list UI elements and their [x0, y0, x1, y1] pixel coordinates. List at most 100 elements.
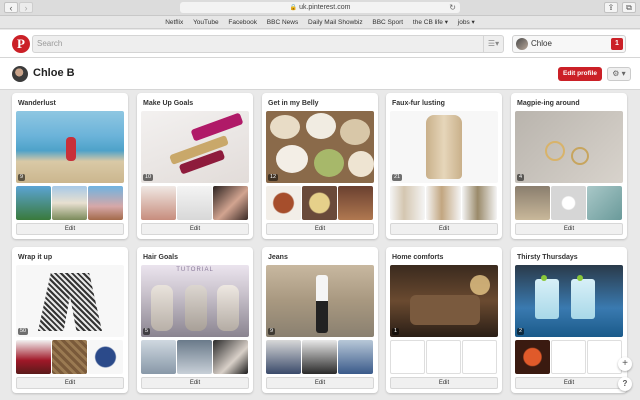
board-thumbnail[interactable]: [213, 186, 248, 220]
board-cover[interactable]: 10: [141, 111, 249, 183]
pin-count: 9: [268, 328, 276, 335]
board-cover[interactable]: TUTORIAL 5: [141, 265, 249, 337]
board-thumbnail[interactable]: [16, 340, 51, 374]
favorite-daily-mail[interactable]: Daily Mail Showbiz: [308, 19, 363, 26]
profile-avatar[interactable]: [12, 66, 28, 82]
url-text: uk.pinterest.com: [299, 4, 351, 11]
add-pin-button[interactable]: +: [618, 357, 632, 371]
edit-board-button[interactable]: Edit: [390, 377, 498, 389]
share-button[interactable]: ⇪: [604, 2, 618, 13]
board-thumbnail[interactable]: [177, 340, 212, 374]
board-cover[interactable]: 12: [266, 111, 374, 183]
forward-button[interactable]: ›: [19, 2, 33, 13]
board-thumbnail[interactable]: [390, 186, 425, 220]
board-card[interactable]: Make Up Goals 10 Edit: [137, 93, 253, 239]
board-thumbnail[interactable]: [462, 186, 497, 220]
board-thumbnail[interactable]: [515, 186, 550, 220]
board-thumbnail[interactable]: [266, 340, 301, 374]
pin-count: 4: [517, 174, 525, 181]
tabs-button[interactable]: ⧉: [622, 2, 636, 13]
board-card[interactable]: Thirsty Thursdays 2 Edit: [511, 247, 627, 393]
board-card[interactable]: Get in my Belly 12 Edit: [262, 93, 378, 239]
board-card[interactable]: Wanderlust 9 Edit: [12, 93, 128, 239]
board-thumbnail[interactable]: [141, 186, 176, 220]
board-thumbnail[interactable]: [302, 340, 337, 374]
board-cover[interactable]: 2: [515, 265, 623, 337]
browser-toolbar: ‹ › 🔒 uk.pinterest.com ↻ ⇪ ⧉: [0, 0, 640, 16]
board-thumbnail[interactable]: [52, 340, 87, 374]
board-thumbnail[interactable]: [515, 340, 550, 374]
profile-name: Chloe B: [33, 67, 75, 79]
board-thumbnail[interactable]: [338, 340, 373, 374]
board-thumbnail-empty: [426, 340, 461, 374]
edit-board-button[interactable]: Edit: [390, 223, 498, 235]
board-thumbnail[interactable]: [16, 186, 51, 220]
board-cover[interactable]: 1: [390, 265, 498, 337]
board-title: Thirsty Thursdays: [517, 254, 578, 261]
avatar: [516, 38, 528, 50]
pin-count: 12: [268, 174, 279, 181]
favorite-bbc-news[interactable]: BBC News: [267, 19, 298, 26]
favorite-youtube[interactable]: YouTube: [193, 19, 219, 26]
board-title: Wrap it up: [18, 254, 53, 261]
board-thumbnail[interactable]: [587, 186, 622, 220]
profile-bar: Chloe B Edit profile ⚙ ▾: [0, 58, 640, 90]
edit-board-button[interactable]: Edit: [515, 377, 623, 389]
notification-badge[interactable]: 1: [611, 38, 623, 50]
board-cover[interactable]: 9: [16, 111, 124, 183]
board-thumbnail-empty: [390, 340, 425, 374]
board-thumbnail[interactable]: [177, 186, 212, 220]
pin-count: 21: [392, 174, 403, 181]
board-cover[interactable]: 50: [16, 265, 124, 337]
board-thumbnail[interactable]: [426, 186, 461, 220]
board-card[interactable]: Magpie-ing around 4 Edit: [511, 93, 627, 239]
favorite-bbc-sport[interactable]: BBC Sport: [372, 19, 403, 26]
edit-board-button[interactable]: Edit: [141, 377, 249, 389]
board-thumbnail[interactable]: [213, 340, 248, 374]
search-menu-icon[interactable]: ☰▾: [483, 36, 503, 52]
board-card[interactable]: Faux-fur lusting 21 Edit: [386, 93, 502, 239]
search-placeholder: Search: [37, 39, 63, 48]
board-title: Home comforts: [392, 254, 444, 261]
board-thumbnail[interactable]: [88, 186, 123, 220]
board-thumbnail[interactable]: [338, 186, 373, 220]
board-card[interactable]: Jeans 9 Edit: [262, 247, 378, 393]
settings-gear-icon[interactable]: ⚙ ▾: [607, 67, 631, 81]
board-card[interactable]: Home comforts 1 Edit: [386, 247, 502, 393]
pin-count: 2: [517, 328, 525, 335]
edit-board-button[interactable]: Edit: [141, 223, 249, 235]
board-card[interactable]: Hair Goals TUTORIAL 5 Edit: [137, 247, 253, 393]
favorite-facebook[interactable]: Facebook: [228, 19, 257, 26]
favorite-jobs[interactable]: jobs ▾: [458, 19, 475, 26]
board-thumbnail[interactable]: [88, 340, 123, 374]
board-cover[interactable]: 9: [266, 265, 374, 337]
edit-board-button[interactable]: Edit: [266, 377, 374, 389]
pin-count: 9: [18, 174, 26, 181]
cover-text: TUTORIAL: [176, 267, 214, 273]
address-bar[interactable]: 🔒 uk.pinterest.com ↻: [180, 2, 460, 13]
edit-profile-button[interactable]: Edit profile: [558, 67, 602, 81]
lock-icon: 🔒: [289, 5, 298, 11]
board-thumbnail[interactable]: [52, 186, 87, 220]
favorite-netflix[interactable]: Netflix: [165, 19, 183, 26]
edit-board-button[interactable]: Edit: [266, 223, 374, 235]
edit-board-button[interactable]: Edit: [16, 377, 124, 389]
search-input[interactable]: Search ☰▾: [32, 35, 504, 53]
board-card[interactable]: Wrap it up 50 Edit: [12, 247, 128, 393]
help-button[interactable]: ?: [618, 377, 632, 391]
back-button[interactable]: ‹: [4, 2, 18, 13]
edit-board-button[interactable]: Edit: [515, 223, 623, 235]
board-cover[interactable]: 4: [515, 111, 623, 183]
board-title: Hair Goals: [143, 254, 179, 261]
board-thumbnail[interactable]: [266, 186, 301, 220]
board-thumbnail[interactable]: [141, 340, 176, 374]
board-cover[interactable]: 21: [390, 111, 498, 183]
favorite-cb-life[interactable]: the CB life ▾: [413, 19, 448, 26]
edit-board-button[interactable]: Edit: [16, 223, 124, 235]
reload-icon[interactable]: ↻: [449, 2, 456, 13]
pinterest-logo[interactable]: P: [12, 35, 30, 53]
user-menu-button[interactable]: Chloe 1: [512, 35, 626, 53]
board-thumbnail-empty: [551, 340, 586, 374]
board-thumbnail[interactable]: [551, 186, 586, 220]
board-thumbnail[interactable]: [302, 186, 337, 220]
